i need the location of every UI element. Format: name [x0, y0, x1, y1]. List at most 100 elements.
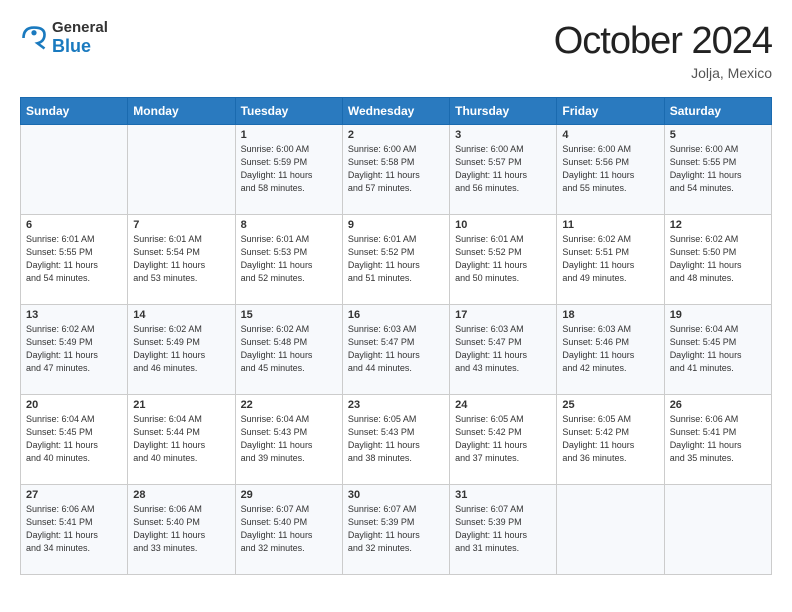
calendar-cell: 30Sunrise: 6:07 AM Sunset: 5:39 PM Dayli…	[342, 485, 449, 575]
day-number: 10	[455, 219, 551, 231]
calendar-week-0: 1 Sunrise: 6:00 AM Sunset: 5:59 PM Daylig…	[21, 125, 772, 215]
logo-icon	[20, 24, 48, 52]
day-number: 2	[348, 129, 444, 141]
day-number: 12	[670, 219, 766, 231]
day-number: 19	[670, 309, 766, 321]
calendar-cell: 5 Sunrise: 6:00 AM Sunset: 5:55 PM Daylig…	[664, 125, 771, 215]
cell-content: Sunrise: 6:04 AM Sunset: 5:44 PM Dayligh…	[133, 413, 229, 465]
day-number: 11	[562, 219, 658, 231]
calendar-cell: 12 Sunrise: 6:02 AM Sunset: 5:50 PM Dayli…	[664, 215, 771, 305]
day-number: 23	[348, 399, 444, 411]
day-number: 28	[133, 489, 229, 501]
calendar-cell: 26Sunrise: 6:06 AM Sunset: 5:41 PM Dayli…	[664, 395, 771, 485]
header-cell-thursday: Thursday	[450, 98, 557, 125]
cell-content: Sunrise: 6:05 AM Sunset: 5:42 PM Dayligh…	[562, 413, 658, 465]
calendar-cell: 14 Sunrise: 6:02 AM Sunset: 5:49 PM Dayli…	[128, 305, 235, 395]
cell-content: Sunrise: 6:01 AM Sunset: 5:53 PM Dayligh…	[241, 233, 337, 285]
day-number: 9	[348, 219, 444, 231]
calendar-cell: 16 Sunrise: 6:03 AM Sunset: 5:47 PM Dayli…	[342, 305, 449, 395]
day-number: 1	[241, 129, 337, 141]
day-number: 22	[241, 399, 337, 411]
cell-content: Sunrise: 6:02 AM Sunset: 5:49 PM Dayligh…	[133, 323, 229, 375]
calendar-cell	[128, 125, 235, 215]
logo-blue: Blue	[52, 37, 108, 57]
logo-general: General	[52, 20, 108, 37]
day-number: 4	[562, 129, 658, 141]
calendar-cell: 25 Sunrise: 6:05 AM Sunset: 5:42 PM Dayli…	[557, 395, 664, 485]
calendar-cell: 4 Sunrise: 6:00 AM Sunset: 5:56 PM Daylig…	[557, 125, 664, 215]
title-block: October 2024 Jolja, Mexico	[554, 20, 772, 81]
page-header: General Blue October 2024 Jolja, Mexico	[20, 20, 772, 81]
calendar-cell: 31 Sunrise: 6:07 AM Sunset: 5:39 PM Dayli…	[450, 485, 557, 575]
day-number: 3	[455, 129, 551, 141]
calendar-cell	[557, 485, 664, 575]
calendar-week-1: 6 Sunrise: 6:01 AM Sunset: 5:55 PM Daylig…	[21, 215, 772, 305]
calendar-cell: 18Sunrise: 6:03 AM Sunset: 5:46 PM Dayli…	[557, 305, 664, 395]
logo-text: General Blue	[52, 20, 108, 56]
cell-content: Sunrise: 6:02 AM Sunset: 5:51 PM Dayligh…	[562, 233, 658, 285]
logo: General Blue	[20, 20, 108, 56]
cell-content: Sunrise: 6:04 AM Sunset: 5:45 PM Dayligh…	[670, 323, 766, 375]
month-title: October 2024	[554, 20, 772, 63]
day-number: 16	[348, 309, 444, 321]
calendar-cell: 11 Sunrise: 6:02 AM Sunset: 5:51 PM Dayli…	[557, 215, 664, 305]
day-number: 24	[455, 399, 551, 411]
cell-content: Sunrise: 6:02 AM Sunset: 5:50 PM Dayligh…	[670, 233, 766, 285]
header-cell-friday: Friday	[557, 98, 664, 125]
cell-content: Sunrise: 6:05 AM Sunset: 5:42 PM Dayligh…	[455, 413, 551, 465]
calendar-body: 1 Sunrise: 6:00 AM Sunset: 5:59 PM Daylig…	[21, 125, 772, 575]
day-number: 27	[26, 489, 122, 501]
calendar-cell	[21, 125, 128, 215]
calendar-cell: 22 Sunrise: 6:04 AM Sunset: 5:43 PM Dayli…	[235, 395, 342, 485]
cell-content: Sunrise: 6:05 AM Sunset: 5:43 PM Dayligh…	[348, 413, 444, 465]
header-row: SundayMondayTuesdayWednesdayThursdayFrid…	[21, 98, 772, 125]
day-number: 6	[26, 219, 122, 231]
calendar-cell: 9 Sunrise: 6:01 AM Sunset: 5:52 PM Daylig…	[342, 215, 449, 305]
header-cell-saturday: Saturday	[664, 98, 771, 125]
calendar-cell: 3 Sunrise: 6:00 AM Sunset: 5:57 PM Daylig…	[450, 125, 557, 215]
day-number: 15	[241, 309, 337, 321]
calendar-cell: 29Sunrise: 6:07 AM Sunset: 5:40 PM Dayli…	[235, 485, 342, 575]
day-number: 25	[562, 399, 658, 411]
day-number: 29	[241, 489, 337, 501]
cell-content: Sunrise: 6:01 AM Sunset: 5:55 PM Dayligh…	[26, 233, 122, 285]
calendar-cell: 23 Sunrise: 6:05 AM Sunset: 5:43 PM Dayli…	[342, 395, 449, 485]
calendar-cell: 6 Sunrise: 6:01 AM Sunset: 5:55 PM Daylig…	[21, 215, 128, 305]
cell-content: Sunrise: 6:00 AM Sunset: 5:56 PM Dayligh…	[562, 143, 658, 195]
calendar-cell: 19 Sunrise: 6:04 AM Sunset: 5:45 PM Dayli…	[664, 305, 771, 395]
header-cell-wednesday: Wednesday	[342, 98, 449, 125]
day-number: 14	[133, 309, 229, 321]
header-cell-sunday: Sunday	[21, 98, 128, 125]
calendar-week-2: 13 Sunrise: 6:02 AM Sunset: 5:49 PM Dayli…	[21, 305, 772, 395]
cell-content: Sunrise: 6:06 AM Sunset: 5:41 PM Dayligh…	[26, 503, 122, 555]
calendar-cell: 24 Sunrise: 6:05 AM Sunset: 5:42 PM Dayli…	[450, 395, 557, 485]
calendar-cell: 13Sunrise: 6:02 AM Sunset: 5:49 PM Dayli…	[21, 305, 128, 395]
calendar-cell: 20Sunrise: 6:04 AM Sunset: 5:45 PM Dayli…	[21, 395, 128, 485]
day-number: 7	[133, 219, 229, 231]
cell-content: Sunrise: 6:07 AM Sunset: 5:39 PM Dayligh…	[455, 503, 551, 555]
cell-content: Sunrise: 6:00 AM Sunset: 5:55 PM Dayligh…	[670, 143, 766, 195]
cell-content: Sunrise: 6:07 AM Sunset: 5:39 PM Dayligh…	[348, 503, 444, 555]
location: Jolja, Mexico	[554, 65, 772, 81]
cell-content: Sunrise: 6:00 AM Sunset: 5:58 PM Dayligh…	[348, 143, 444, 195]
calendar-cell: 7 Sunrise: 6:01 AM Sunset: 5:54 PM Daylig…	[128, 215, 235, 305]
cell-content: Sunrise: 6:00 AM Sunset: 5:57 PM Dayligh…	[455, 143, 551, 195]
calendar-week-3: 20Sunrise: 6:04 AM Sunset: 5:45 PM Dayli…	[21, 395, 772, 485]
header-cell-monday: Monday	[128, 98, 235, 125]
cell-content: Sunrise: 6:01 AM Sunset: 5:54 PM Dayligh…	[133, 233, 229, 285]
day-number: 31	[455, 489, 551, 501]
calendar-cell	[664, 485, 771, 575]
day-number: 5	[670, 129, 766, 141]
calendar-cell: 28Sunrise: 6:06 AM Sunset: 5:40 PM Dayli…	[128, 485, 235, 575]
cell-content: Sunrise: 6:00 AM Sunset: 5:59 PM Dayligh…	[241, 143, 337, 195]
day-number: 8	[241, 219, 337, 231]
cell-content: Sunrise: 6:04 AM Sunset: 5:43 PM Dayligh…	[241, 413, 337, 465]
day-number: 13	[26, 309, 122, 321]
day-number: 20	[26, 399, 122, 411]
calendar-cell: 17Sunrise: 6:03 AM Sunset: 5:47 PM Dayli…	[450, 305, 557, 395]
calendar-cell: 8 Sunrise: 6:01 AM Sunset: 5:53 PM Daylig…	[235, 215, 342, 305]
calendar-header: SundayMondayTuesdayWednesdayThursdayFrid…	[21, 98, 772, 125]
calendar-cell: 21Sunrise: 6:04 AM Sunset: 5:44 PM Dayli…	[128, 395, 235, 485]
cell-content: Sunrise: 6:01 AM Sunset: 5:52 PM Dayligh…	[348, 233, 444, 285]
cell-content: Sunrise: 6:03 AM Sunset: 5:47 PM Dayligh…	[348, 323, 444, 375]
